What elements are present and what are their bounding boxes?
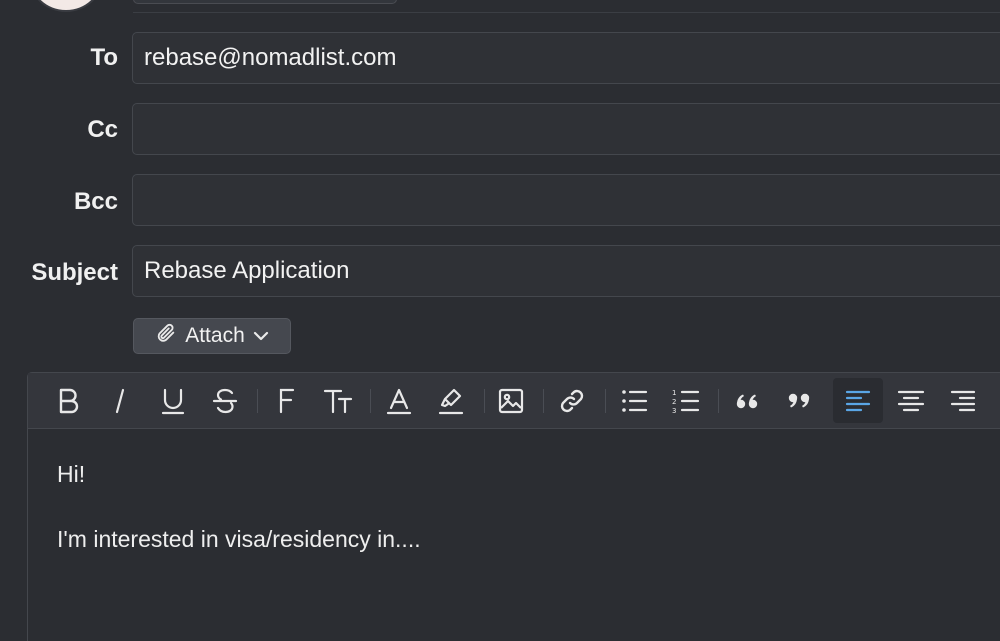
toolbar-separator bbox=[605, 389, 606, 413]
toolbar-separator bbox=[370, 389, 371, 413]
format-toolbar: 1 2 3 bbox=[28, 373, 1000, 429]
text-color-icon[interactable] bbox=[382, 384, 416, 418]
svg-text:1: 1 bbox=[672, 389, 676, 397]
bcc-label: Bcc bbox=[73, 188, 118, 215]
chevron-down-icon bbox=[253, 324, 269, 348]
body-line: I'm interested in visa/residency in.... bbox=[57, 526, 421, 552]
cc-label: Cc bbox=[87, 116, 118, 143]
quote-close-icon[interactable] bbox=[782, 384, 816, 418]
subject-field[interactable]: Rebase Application bbox=[132, 245, 1000, 297]
bold-icon[interactable] bbox=[52, 384, 86, 418]
text-size-icon[interactable] bbox=[321, 384, 355, 418]
image-icon[interactable] bbox=[494, 384, 528, 418]
highlight-icon[interactable] bbox=[434, 384, 468, 418]
align-center-icon[interactable] bbox=[894, 384, 928, 418]
to-label: To bbox=[90, 44, 118, 71]
link-icon[interactable] bbox=[555, 384, 589, 418]
toolbar-separator bbox=[718, 389, 719, 413]
svg-text:3: 3 bbox=[672, 407, 676, 415]
subject-label: Subject bbox=[31, 259, 118, 286]
align-right-icon[interactable] bbox=[946, 384, 980, 418]
from-selector[interactable] bbox=[133, 0, 397, 4]
attach-label: Attach bbox=[185, 324, 245, 347]
header-divider bbox=[133, 12, 1000, 13]
svg-text:2: 2 bbox=[672, 398, 676, 406]
bulleted-list-icon[interactable] bbox=[617, 384, 651, 418]
sender-avatar bbox=[27, 0, 105, 12]
quote-open-icon[interactable] bbox=[730, 384, 764, 418]
compose-window: To rebase@nomadlist.com Cc Bcc Subject R… bbox=[0, 0, 1000, 641]
strikethrough-icon[interactable] bbox=[208, 384, 242, 418]
toolbar-separator bbox=[484, 389, 485, 413]
italic-icon[interactable] bbox=[103, 384, 137, 418]
numbered-list-icon[interactable]: 1 2 3 bbox=[669, 384, 703, 418]
subject-value: Rebase Application bbox=[144, 257, 350, 284]
message-editor[interactable]: 1 2 3 Hi! I'm interested in visa/residen… bbox=[27, 372, 1000, 641]
to-value: rebase@nomadlist.com bbox=[144, 44, 397, 71]
toolbar-separator bbox=[257, 389, 258, 413]
align-left-icon[interactable] bbox=[833, 378, 883, 423]
font-icon[interactable] bbox=[269, 384, 303, 418]
cc-field[interactable] bbox=[132, 103, 1000, 155]
attach-button[interactable]: Attach bbox=[133, 318, 291, 354]
underline-icon[interactable] bbox=[156, 384, 190, 418]
to-field[interactable]: rebase@nomadlist.com bbox=[132, 32, 1000, 84]
paperclip-icon bbox=[155, 322, 177, 350]
toolbar-separator bbox=[543, 389, 544, 413]
body-line: Hi! bbox=[57, 461, 86, 487]
bcc-field[interactable] bbox=[132, 174, 1000, 226]
